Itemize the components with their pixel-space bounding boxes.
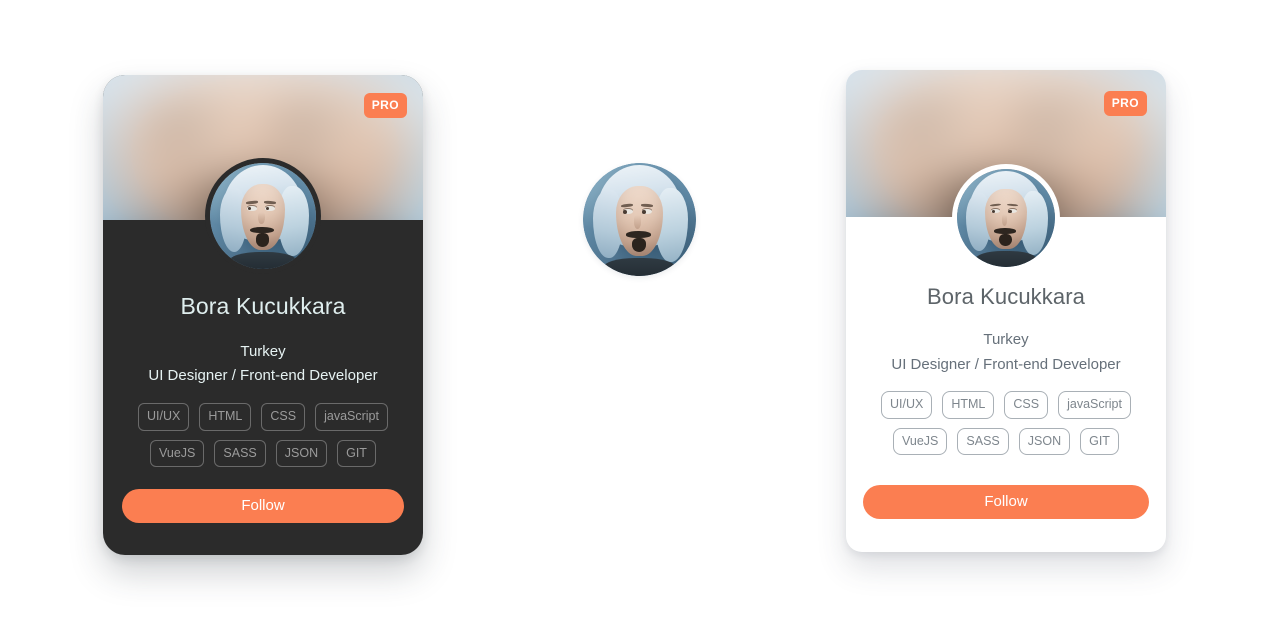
avatar[interactable] — [205, 158, 321, 274]
profile-card-dark: PRO Bora Kucukkara Turkey UI Designer / … — [103, 75, 423, 555]
skill-tag[interactable]: CSS — [1004, 391, 1049, 419]
skill-tag[interactable]: GIT — [1080, 427, 1119, 455]
skill-tag[interactable]: javaScript — [1058, 391, 1131, 419]
skill-tag-list: UI/UX HTML CSS javaScript VueJS SASS JSO… — [123, 403, 403, 467]
skill-tag[interactable]: VueJS — [150, 439, 205, 467]
skill-tag[interactable]: UI/UX — [138, 403, 190, 431]
skill-tag[interactable]: HTML — [199, 403, 252, 431]
skill-tag[interactable]: HTML — [942, 391, 995, 419]
skill-tag[interactable]: JSON — [275, 439, 328, 467]
follow-button[interactable]: Follow — [863, 485, 1149, 519]
pro-badge[interactable]: PRO — [363, 93, 407, 118]
profile-location: Turkey — [983, 331, 1029, 348]
profile-location: Turkey — [240, 343, 286, 360]
profile-name: Bora Kucukkara — [180, 293, 346, 319]
avatar-image — [210, 163, 316, 269]
avatar-image — [957, 169, 1055, 267]
skill-tag[interactable]: JSON — [1018, 427, 1071, 455]
profile-card-light: PRO Bora Kucukkara Turkey UI Designer / … — [846, 70, 1166, 552]
skill-tag[interactable]: UI/UX — [881, 391, 933, 419]
skill-tag[interactable]: SASS — [214, 439, 266, 467]
profile-role: UI Designer / Front-end Developer — [148, 367, 378, 384]
standalone-avatar[interactable] — [583, 163, 696, 276]
pro-badge[interactable]: PRO — [1103, 91, 1147, 116]
follow-button[interactable]: Follow — [122, 489, 404, 523]
skill-tag[interactable]: SASS — [957, 427, 1009, 455]
skill-tag[interactable]: VueJS — [893, 427, 948, 455]
skill-tag-list: UI/UX HTML CSS javaScript VueJS SASS JSO… — [862, 391, 1150, 455]
page-canvas: PRO Bora Kucukkara Turkey UI Designer / … — [0, 0, 1280, 640]
avatar[interactable] — [952, 164, 1060, 272]
avatar-image — [583, 163, 696, 276]
skill-tag[interactable]: javaScript — [315, 403, 388, 431]
profile-name: Bora Kucukkara — [927, 284, 1085, 309]
skill-tag[interactable]: CSS — [261, 403, 306, 431]
skill-tag[interactable]: GIT — [337, 439, 376, 467]
profile-role: UI Designer / Front-end Developer — [891, 356, 1121, 373]
